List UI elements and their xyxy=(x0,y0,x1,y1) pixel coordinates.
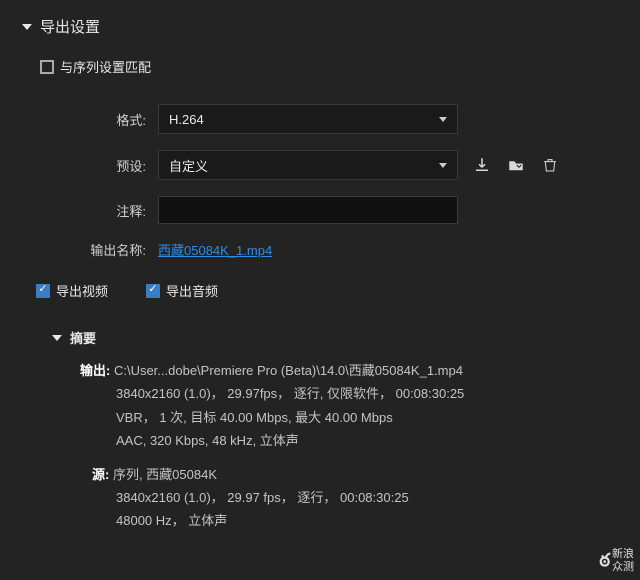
export-video-label[interactable]: 导出视频 xyxy=(36,281,108,300)
export-audio-label[interactable]: 导出音频 xyxy=(146,281,218,300)
export-audio-text: 导出音频 xyxy=(166,281,218,300)
watermark: ఠ 新浪 众测 xyxy=(599,548,634,574)
output-label: 输出: xyxy=(80,363,114,378)
export-audio-checkbox[interactable] xyxy=(146,284,160,298)
chevron-down-icon xyxy=(52,335,62,341)
source-sequence: 序列, 西藏05084K xyxy=(113,467,217,482)
export-video-text: 导出视频 xyxy=(56,281,108,300)
save-preset-icon[interactable] xyxy=(472,155,492,175)
output-bitrate-spec: VBR， 1 次, 目标 40.00 Mbps, 最大 40.00 Mbps xyxy=(116,406,622,429)
match-sequence-label[interactable]: 与序列设置匹配 xyxy=(40,57,151,76)
source-video-spec: 3840x2160 (1.0)， 29.97 fps， 逐行， 00:08:30… xyxy=(116,486,622,509)
summary-content: 输出: C:\User...dobe\Premiere Pro (Beta)\1… xyxy=(80,359,622,533)
output-audio-spec: AAC, 320 Kbps, 48 kHz, 立体声 xyxy=(116,429,622,452)
output-name-link[interactable]: 西藏05084K_1.mp4 xyxy=(158,240,272,259)
format-label: 格式: xyxy=(18,110,158,129)
chevron-down-icon xyxy=(439,163,447,168)
output-name-label: 输出名称: xyxy=(18,240,158,259)
summary-title: 摘要 xyxy=(70,328,96,347)
match-sequence-checkbox[interactable] xyxy=(40,60,54,74)
comment-label: 注释: xyxy=(18,201,158,220)
export-settings-header[interactable]: 导出设置 xyxy=(18,16,622,37)
preset-label: 预设: xyxy=(18,156,158,175)
match-sequence-text: 与序列设置匹配 xyxy=(60,57,151,76)
output-path: C:\User...dobe\Premiere Pro (Beta)\14.0\… xyxy=(114,363,463,378)
source-label: 源: xyxy=(92,467,113,482)
section-title: 导出设置 xyxy=(40,16,100,37)
chevron-down-icon xyxy=(22,24,32,30)
import-preset-icon[interactable] xyxy=(506,155,526,175)
output-video-spec: 3840x2160 (1.0)， 29.97fps， 逐行, 仅限软件， 00:… xyxy=(116,382,622,405)
preset-dropdown[interactable]: 自定义 xyxy=(158,150,458,180)
comment-input[interactable] xyxy=(158,196,458,224)
source-audio-spec: 48000 Hz， 立体声 xyxy=(116,509,622,532)
format-dropdown[interactable]: H.264 xyxy=(158,104,458,134)
chevron-down-icon xyxy=(439,117,447,122)
preset-value: 自定义 xyxy=(169,156,208,175)
sina-logo-icon: ఠ xyxy=(599,550,609,572)
summary-header[interactable]: 摘要 xyxy=(48,328,622,347)
format-value: H.264 xyxy=(169,112,204,127)
export-video-checkbox[interactable] xyxy=(36,284,50,298)
delete-preset-icon[interactable] xyxy=(540,155,560,175)
